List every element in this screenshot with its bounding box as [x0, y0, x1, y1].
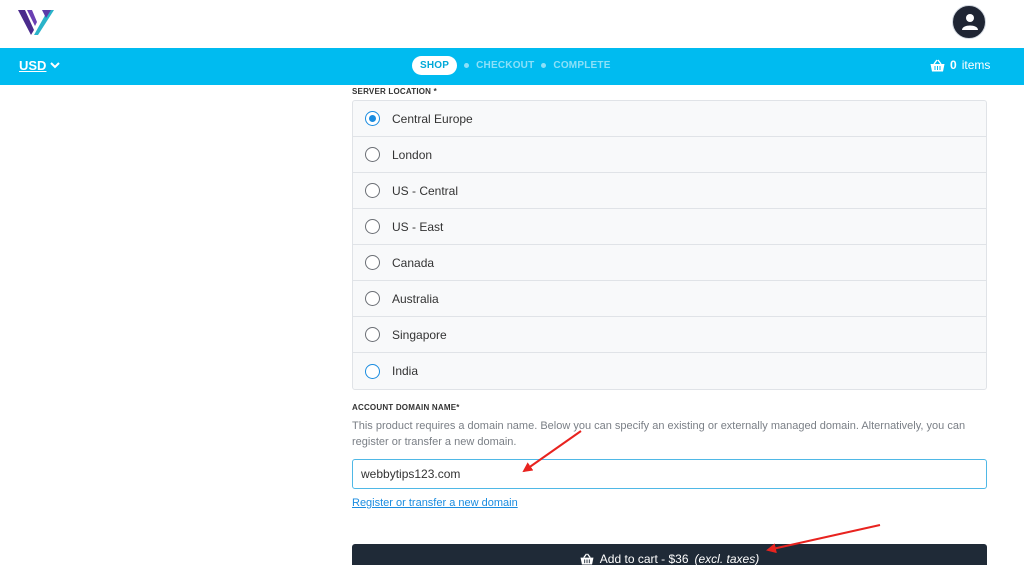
radio-button[interactable] [365, 363, 380, 379]
domain-description: This product requires a domain name. Bel… [352, 420, 966, 448]
server-location-options: Central Europe London US - Central US - Eas… [352, 100, 987, 390]
step-complete: COMPLETE [553, 60, 611, 71]
add-to-cart-label: Add to cart - $36 [599, 552, 689, 565]
server-location-option-label: Central Europe [392, 111, 473, 126]
step-separator [541, 63, 547, 68]
server-location-label: SERVER LOCATION * [352, 87, 437, 96]
radio-button[interactable] [365, 255, 380, 270]
server-location-option-label: India [392, 364, 419, 378]
server-location-option[interactable]: London [353, 137, 986, 173]
server-location-option-label: US - Central [392, 183, 459, 198]
radio-button[interactable] [365, 111, 380, 126]
radio-button[interactable] [365, 147, 380, 162]
basket-icon [930, 59, 945, 71]
server-location-option[interactable]: Singapore [353, 317, 986, 353]
register-domain-link[interactable]: Register or transfer a new domain [352, 497, 518, 509]
server-location-option-label: Canada [392, 255, 435, 270]
server-location-option-label: Singapore [392, 327, 447, 342]
server-location-option-label: US - East [392, 219, 444, 234]
server-location-option-label: Australia [392, 291, 439, 306]
cart-items-label: items [961, 58, 991, 72]
currency-selector[interactable]: USD [19, 58, 61, 73]
server-location-option[interactable]: India [353, 353, 986, 389]
server-location-option-label: London [392, 147, 433, 162]
checkout-steps: SHOP CHECKOUT COMPLETE [412, 56, 611, 75]
top-header [0, 0, 1024, 48]
radio-button[interactable] [365, 183, 380, 198]
radio-button[interactable] [365, 291, 380, 306]
cart-button[interactable]: 0 items [930, 58, 990, 72]
add-to-cart-button[interactable]: Add to cart - $36 (excl. taxes) [352, 544, 987, 565]
server-location-option[interactable]: US - Central [353, 173, 986, 209]
cart-count: 0 [950, 58, 957, 72]
basket-icon [580, 553, 594, 565]
domain-name-input[interactable] [352, 459, 987, 489]
user-account-button[interactable] [952, 5, 986, 39]
currency-label: USD [19, 58, 47, 73]
chevron-down-icon [50, 62, 61, 69]
add-to-cart-tax-note: (excl. taxes) [694, 552, 760, 565]
step-separator [464, 63, 470, 68]
brand-logo-icon[interactable] [18, 8, 56, 36]
step-checkout: CHECKOUT [476, 60, 535, 71]
server-location-option[interactable]: US - East [353, 209, 986, 245]
server-location-option[interactable]: Canada [353, 245, 986, 281]
radio-button[interactable] [365, 219, 380, 234]
server-location-option[interactable]: Australia [353, 281, 986, 317]
server-location-option[interactable]: Central Europe [353, 101, 986, 137]
radio-button[interactable] [365, 327, 380, 342]
step-shop: SHOP [412, 56, 458, 75]
user-icon [962, 14, 978, 30]
domain-name-label: ACCOUNT DOMAIN NAME* [352, 403, 460, 412]
shop-navbar: USD SHOP CHECKOUT COMPLETE 0 items [0, 48, 1024, 85]
